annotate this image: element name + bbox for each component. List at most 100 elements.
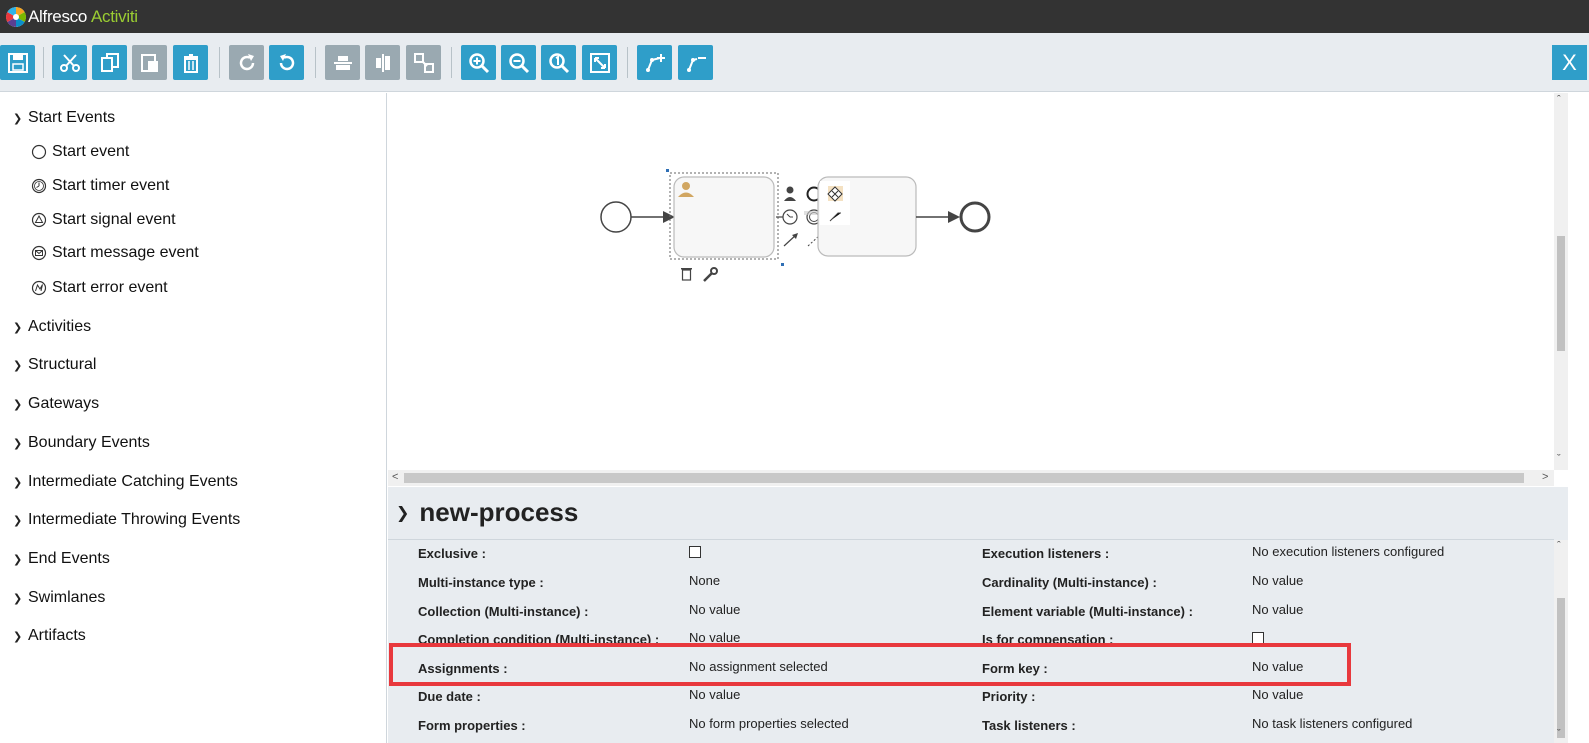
palette-group-gateways[interactable]: ❯ Gateways — [13, 395, 99, 413]
task-listeners-value[interactable]: No task listeners configured — [1252, 716, 1412, 731]
save-button[interactable] — [0, 45, 35, 80]
scroll-thumb[interactable] — [1557, 598, 1565, 738]
canvas-horizontal-scrollbar[interactable]: < > — [388, 470, 1554, 486]
cut-icon — [59, 53, 80, 72]
property-label: Priority : — [982, 689, 1036, 704]
palette-group-intermediate-catching-events[interactable]: ❯ Intermediate Catching Events — [13, 473, 238, 491]
paste-icon — [140, 53, 158, 72]
palette-group-end-events[interactable]: ❯ End Events — [13, 550, 110, 568]
copy-button[interactable] — [92, 45, 127, 80]
scroll-up-icon[interactable]: ˆ — [1557, 94, 1561, 106]
palette-group-label: Start Events — [28, 109, 116, 126]
property-label: Execution listeners : — [982, 546, 1110, 561]
palette-group-structural[interactable]: ❯ Structural — [13, 356, 96, 374]
exclusive-checkbox[interactable] — [689, 546, 701, 558]
zoom-actual-icon — [548, 52, 569, 73]
selection-handle[interactable] — [666, 169, 669, 172]
redo-icon — [239, 53, 254, 70]
toolbar — [0, 33, 1589, 92]
chevron-down-icon: ❯ — [13, 112, 23, 125]
palette-item-start-error-event[interactable]: Start error event — [31, 279, 168, 297]
palette-group-boundary-events[interactable]: ❯ Boundary Events — [13, 434, 150, 452]
timer-icon — [31, 178, 47, 194]
palette-item-start-event[interactable]: Start event — [31, 143, 129, 161]
properties-header[interactable]: ❯ new-process — [396, 497, 578, 528]
same-size-button[interactable] — [406, 45, 441, 80]
palette-group-activities[interactable]: ❯ Activities — [13, 318, 91, 336]
scroll-down-icon[interactable]: ˇ — [1557, 728, 1561, 740]
error-icon — [31, 280, 47, 296]
property-label: Exclusive : — [418, 546, 486, 561]
collection-value[interactable]: No value — [689, 602, 740, 617]
zoom-in-icon — [468, 52, 489, 73]
cardinality-value[interactable]: No value — [1252, 573, 1303, 588]
same-size-icon — [413, 52, 434, 73]
undo-icon — [279, 53, 294, 70]
priority-value[interactable]: No value — [1252, 687, 1303, 702]
palette-item-start-timer-event[interactable]: Start timer event — [31, 177, 169, 195]
chevron-right-icon: ❯ — [13, 321, 23, 334]
start-event-shape[interactable] — [600, 201, 632, 233]
add-bendpoint-button[interactable] — [637, 45, 672, 80]
chevron-right-icon: ❯ — [13, 553, 23, 566]
properties-scrollbar[interactable]: ˆ ˇ — [1554, 540, 1568, 743]
close-button[interactable]: X — [1552, 45, 1587, 80]
palette-item-label: Start event — [52, 143, 130, 160]
wrench-icon[interactable] — [703, 267, 718, 282]
message-icon — [31, 245, 47, 261]
toolbar-separator — [451, 47, 452, 78]
palette-item-start-signal-event[interactable]: Start signal event — [31, 211, 176, 229]
scroll-thumb[interactable] — [404, 473, 1524, 483]
toolbar-separator — [219, 47, 220, 78]
palette-group-intermediate-throwing-events[interactable]: ❯ Intermediate Throwing Events — [13, 511, 240, 529]
palette-group-artifacts[interactable]: ❯ Artifacts — [13, 627, 86, 645]
canvas-vertical-scrollbar[interactable]: ˆ ˇ — [1554, 93, 1568, 470]
app-root: Alfresco Activiti X ❯ Start Events Start… — [0, 0, 1589, 743]
paste-button[interactable] — [132, 45, 167, 80]
align-vertical-button[interactable] — [365, 45, 400, 80]
top-header: Alfresco Activiti — [0, 0, 1589, 33]
palette-item-label: Start error event — [52, 279, 168, 296]
scroll-up-icon[interactable]: ˆ — [1557, 540, 1561, 552]
undo-button[interactable] — [269, 45, 304, 80]
user-task-shape[interactable] — [673, 176, 775, 258]
align-horizontal-button[interactable] — [325, 45, 360, 80]
zoom-actual-button[interactable] — [541, 45, 576, 80]
zoom-in-button[interactable] — [461, 45, 496, 80]
palette-group-start-events[interactable]: ❯ Start Events — [13, 109, 115, 127]
diagram-canvas[interactable] — [388, 93, 1566, 470]
delete-button[interactable] — [173, 45, 208, 80]
scroll-left-icon[interactable]: < — [392, 471, 398, 483]
zoom-out-button[interactable] — [501, 45, 536, 80]
scroll-right-icon[interactable]: > — [1542, 471, 1548, 483]
due-date-value[interactable]: No value — [689, 687, 740, 702]
chevron-down-icon: ❯ — [396, 504, 410, 522]
palette-group-label: Artifacts — [28, 627, 86, 644]
bend-remove-icon — [686, 56, 706, 72]
cut-button[interactable] — [52, 45, 87, 80]
element-variable-value[interactable]: No value — [1252, 602, 1303, 617]
alfresco-logo-icon — [6, 7, 26, 27]
execution-listeners-value[interactable]: No execution listeners configured — [1252, 544, 1444, 559]
end-event-shape[interactable] — [959, 201, 991, 233]
remove-bendpoint-button[interactable] — [678, 45, 713, 80]
save-icon — [7, 52, 28, 73]
palette-item-start-message-event[interactable]: Start message event — [31, 244, 199, 262]
gateway-pad-icon[interactable] — [827, 186, 843, 202]
connector-arrow-icon[interactable] — [783, 233, 798, 247]
user-task-pad-icon[interactable] — [784, 186, 796, 202]
form-properties-value[interactable]: No form properties selected — [689, 716, 849, 731]
scroll-down-icon[interactable]: ˇ — [1557, 453, 1561, 465]
align-horizontal-icon — [333, 55, 352, 70]
bend-add-icon — [645, 53, 665, 72]
zoom-fit-icon — [589, 52, 610, 73]
chevron-right-icon: ❯ — [13, 630, 23, 643]
redo-button[interactable] — [229, 45, 264, 80]
multi-instance-type-value[interactable]: None — [689, 573, 720, 588]
selection-handle[interactable] — [781, 263, 784, 266]
palette-group-swimlanes[interactable]: ❯ Swimlanes — [13, 589, 105, 607]
scroll-thumb[interactable] — [1557, 236, 1565, 351]
timer-pad-icon[interactable] — [782, 209, 798, 225]
trash-icon[interactable] — [681, 268, 692, 281]
zoom-fit-button[interactable] — [582, 45, 617, 80]
